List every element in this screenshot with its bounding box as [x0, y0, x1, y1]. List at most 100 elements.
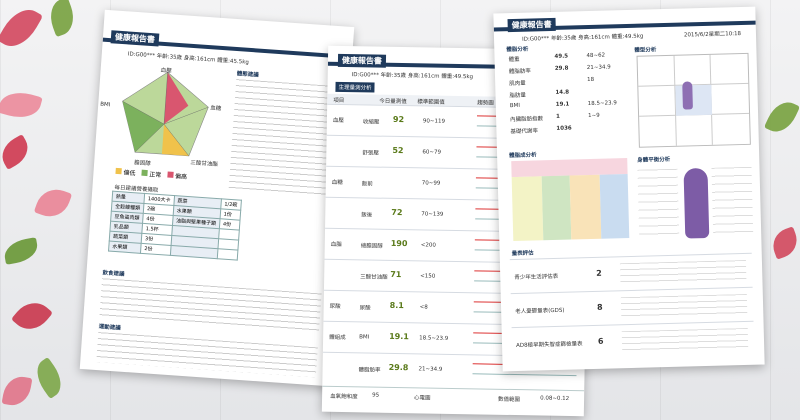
evaluation-score: 2	[596, 268, 602, 278]
patient-id-line: ID:G00*** 年齡:35歲 身高:161cm 體重:49.5kg	[351, 72, 474, 81]
measurement-value: 190	[390, 238, 408, 249]
trend-line	[472, 373, 577, 377]
measurement-name: 飯前	[361, 181, 373, 188]
evaluation-row: AD8極早期失智症篩檢量表 6	[511, 320, 755, 363]
footer-cell: 血氧飽和度	[330, 393, 358, 401]
measurement-name: 飯後	[361, 212, 373, 219]
scale-evaluation-table: 青少年生活評估表 2 老人憂鬱量表(GDS) 8 AD8極早期失智症篩檢量表 6	[509, 252, 755, 363]
evaluation-name: AD8極早期失智症篩檢量表	[515, 341, 583, 350]
section-body-advice: 體態建議	[236, 71, 259, 79]
section-exercise-advice: 運動建議	[98, 324, 121, 332]
body-fat-cell: 基礎代謝率	[510, 128, 539, 136]
report-date: 2015/6/2星期二10:18	[683, 31, 742, 39]
report-title: 健康報告書	[110, 30, 160, 47]
evaluation-comment	[620, 293, 748, 320]
column-header: 趨勢圖	[477, 100, 494, 107]
radar-label-blood-pressure: 血壓	[160, 67, 172, 75]
body-type-highlight	[675, 84, 713, 116]
balance-values-right	[711, 166, 754, 238]
radar-label-cholesterol: 膽固醇	[134, 160, 151, 168]
radar-label-triglyceride: 三酸甘油酯	[190, 160, 219, 168]
measurement-range: <200	[420, 242, 436, 249]
measurement-value: 92	[392, 114, 405, 125]
measurement-value: 29.8	[388, 362, 409, 373]
measurement-footer: 血氧飽和度 95 心電圖 數值範圍 0.08~0.12	[321, 385, 585, 410]
measurement-range: 90~119	[422, 118, 446, 125]
section-balance: 身體平衡分析	[637, 156, 671, 164]
nutrition-cell: 2份	[140, 243, 171, 256]
measurement-name: 收縮壓	[362, 119, 380, 126]
measurement-range: 21~34.9	[418, 366, 443, 373]
nutrition-table: 熱量 1400大卡 蔬菜 1/2碗 全穀雜糧類 2碗 水果類 1份 豆魚蛋肉類 4份 油脂與堅果種子…	[108, 191, 242, 261]
body-fat-cell: 14.8	[555, 89, 570, 96]
measurement-range: 60~79	[422, 149, 442, 156]
report-sheet-1: 健康報告書 ID:G00*** 年齡:35歲 身高:161cm 體重:45.5k…	[79, 9, 355, 387]
measurement-value: 72	[391, 207, 403, 218]
measurement-group: 血壓	[332, 117, 344, 125]
body-fat-cell: 18.5~23.9	[587, 100, 617, 108]
section-diet-advice: 飲食建議	[102, 270, 125, 278]
nutrition-cell: 水果類	[108, 241, 142, 254]
exercise-text-block	[96, 332, 318, 378]
radar-label-bmi: BMI	[100, 101, 111, 109]
body-figure-icon	[683, 167, 710, 239]
body-fat-cell: BMI	[509, 102, 521, 110]
measurement-name: 三酸甘油酯	[360, 274, 388, 281]
measurement-range: <150	[420, 273, 436, 280]
body-fat-cell: 體脂肪率	[508, 68, 531, 76]
body-fat-cell: 29.8	[554, 65, 569, 72]
evaluation-comment	[619, 259, 747, 286]
body-silhouette-icon	[682, 81, 693, 110]
body-type-grid	[636, 52, 751, 148]
measurement-name: 總膽固醇	[360, 243, 383, 250]
measurement-group: 血脂	[330, 241, 342, 249]
health-radar-chart	[122, 71, 209, 157]
report-title: 健康報告書	[507, 17, 556, 33]
body-fat-cell: 內臟脂肪指數	[510, 116, 544, 124]
nutrition-cell	[217, 248, 238, 261]
measurement-value: 8.1	[389, 300, 404, 311]
evaluation-comment	[621, 327, 749, 354]
footer-cell: 0.08~0.12	[540, 395, 570, 403]
measurement-group: 體組成	[329, 334, 346, 342]
radar-label-blood-sugar: 血糖	[210, 105, 222, 113]
report-title: 健康報告書	[337, 53, 387, 68]
footer-cell: 數值範圍	[498, 396, 521, 404]
measurement-range: <8	[419, 304, 428, 311]
measurement-name: 尿酸	[359, 305, 371, 312]
measurement-range: 18.5~23.9	[419, 335, 449, 342]
body-fat-cell: 1	[556, 113, 560, 120]
column-header: 項目	[333, 97, 345, 105]
evaluation-name: 老人憂鬱量表(GDS)	[515, 307, 565, 316]
body-fat-cell: 體重	[508, 56, 520, 64]
body-fat-cell: 1~9	[587, 112, 600, 120]
footer-cell: 心電圖	[414, 395, 431, 402]
legend-normal: 正常	[148, 171, 162, 180]
body-fat-cell: 18	[587, 76, 595, 84]
measurement-group: 血糖	[331, 179, 343, 187]
radar-legend: 偏低 正常 偏高	[115, 167, 187, 181]
body-fat-cell: 49.5	[554, 53, 569, 60]
diet-text-block	[99, 278, 322, 332]
measurement-group: 尿酸	[329, 303, 341, 310]
footer-cell: 95	[372, 392, 380, 399]
measurement-name: BMI	[359, 334, 370, 341]
legend-low: 偏低	[123, 169, 136, 178]
section-scale-evaluation: 量表評估	[511, 250, 534, 258]
body-fat-cell: 21~34.9	[586, 64, 611, 72]
section-segment-analysis: 體脂成分析	[509, 152, 537, 160]
balance-values-left	[637, 168, 680, 240]
patient-id-line: ID:G00*** 年齡:35歲 身高:161cm 體重:49.5kg	[521, 33, 644, 43]
nutrition-cell	[170, 245, 218, 259]
body-fat-cell: 肌肉量	[509, 80, 526, 88]
measurement-range: 70~99	[421, 180, 441, 187]
section-body-type: 體型分析	[634, 47, 657, 54]
body-fat-cell: 48~62	[586, 52, 606, 60]
report-sheet-3: 健康報告書 ID:G00*** 年齡:35歲 身高:161cm 體重:49.5k…	[493, 6, 765, 372]
segment-color-table	[511, 158, 630, 242]
measurement-name: 體脂肪率	[358, 367, 381, 374]
evaluation-score: 8	[596, 302, 603, 312]
measurement-value: 71	[390, 269, 402, 280]
measurement-range: 70~139	[421, 211, 444, 218]
body-fat-cell: 19.1	[555, 101, 570, 108]
